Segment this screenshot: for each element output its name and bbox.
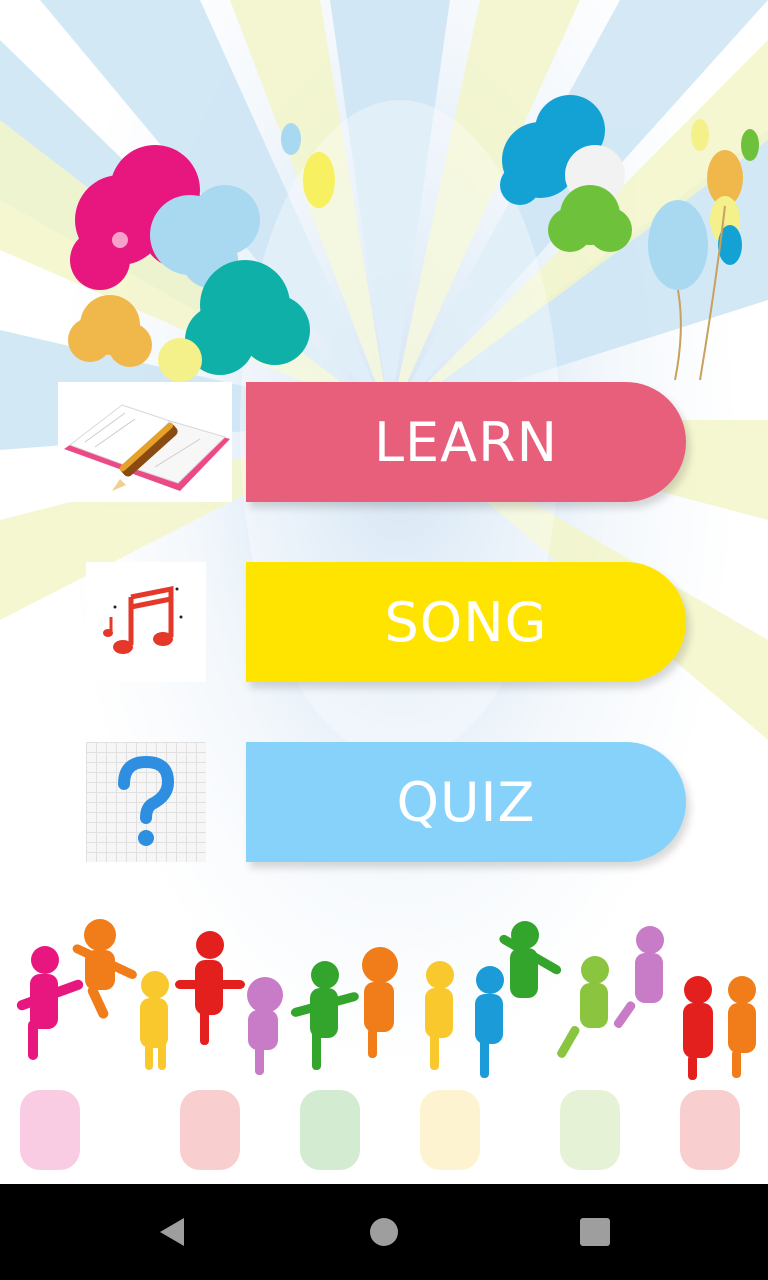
quiz-icon-box[interactable] <box>86 742 206 862</box>
right-clouds-balloons-decoration <box>500 95 759 381</box>
small-balloons-decoration <box>281 123 335 208</box>
song-button[interactable]: SONG <box>246 562 686 682</box>
learn-icon-box[interactable] <box>58 382 232 502</box>
quiz-button-label: QUIZ <box>396 770 536 834</box>
song-button-label: SONG <box>384 590 548 654</box>
learn-button[interactable]: LEARN <box>246 382 686 502</box>
recent-apps-icon[interactable] <box>580 1218 610 1246</box>
learn-button-label: LEARN <box>373 410 559 474</box>
home-icon[interactable] <box>370 1218 398 1246</box>
book-pencil-icon <box>64 404 230 491</box>
music-notes-icon <box>103 585 183 654</box>
question-mark-icon <box>118 755 175 846</box>
quiz-button[interactable]: QUIZ <box>246 742 686 862</box>
back-icon[interactable] <box>156 1216 188 1248</box>
song-icon-box[interactable] <box>86 562 206 682</box>
home-screen: LEARN SONG QUIZ <box>0 0 768 1184</box>
dancing-kids-decoration <box>16 919 756 1170</box>
